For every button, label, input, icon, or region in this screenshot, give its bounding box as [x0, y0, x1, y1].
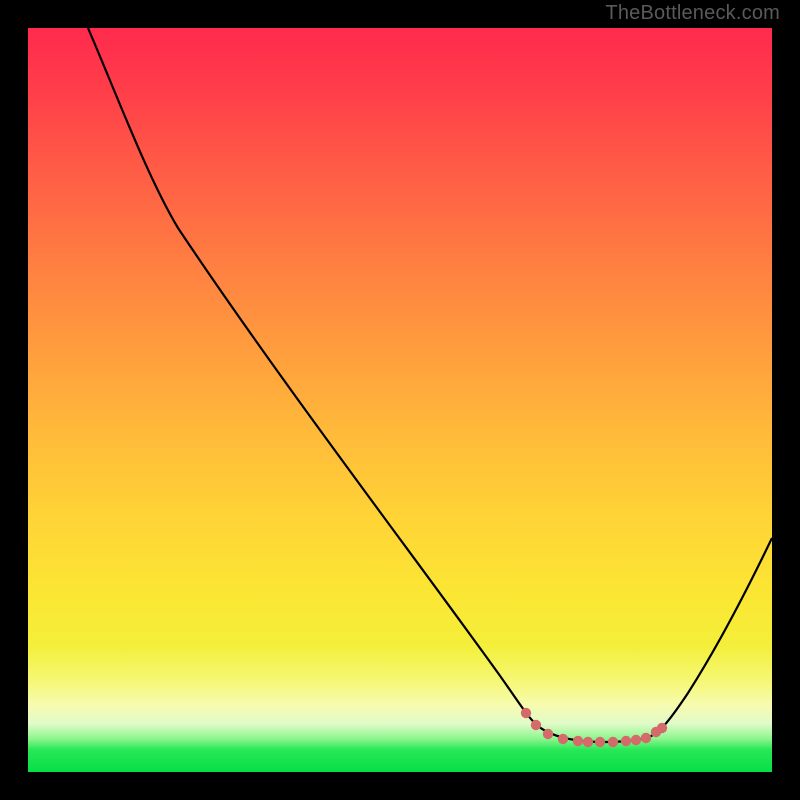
- marker-dot: [621, 736, 631, 746]
- marker-dot: [608, 737, 618, 747]
- marker-dot: [558, 734, 568, 744]
- plot-area: [28, 28, 772, 772]
- marker-dot: [543, 729, 553, 739]
- chart-container: TheBottleneck.com: [0, 0, 800, 800]
- watermark-text: TheBottleneck.com: [605, 2, 780, 25]
- marker-dot: [641, 733, 651, 743]
- marker-dot: [521, 708, 531, 718]
- bottleneck-curve: [88, 28, 772, 742]
- marker-dot: [583, 737, 593, 747]
- marker-dot: [595, 737, 605, 747]
- curve-overlay: [28, 28, 772, 772]
- marker-dot: [531, 720, 541, 730]
- marker-dot: [631, 735, 641, 745]
- marker-dot: [573, 736, 583, 746]
- marker-dot: [657, 723, 667, 733]
